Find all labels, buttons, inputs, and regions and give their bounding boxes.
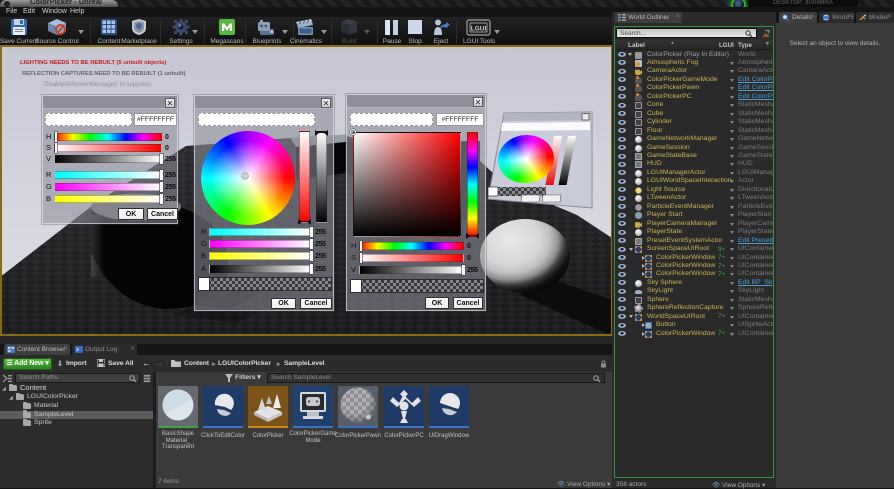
svg-text:LGUI: LGUI (471, 26, 487, 33)
